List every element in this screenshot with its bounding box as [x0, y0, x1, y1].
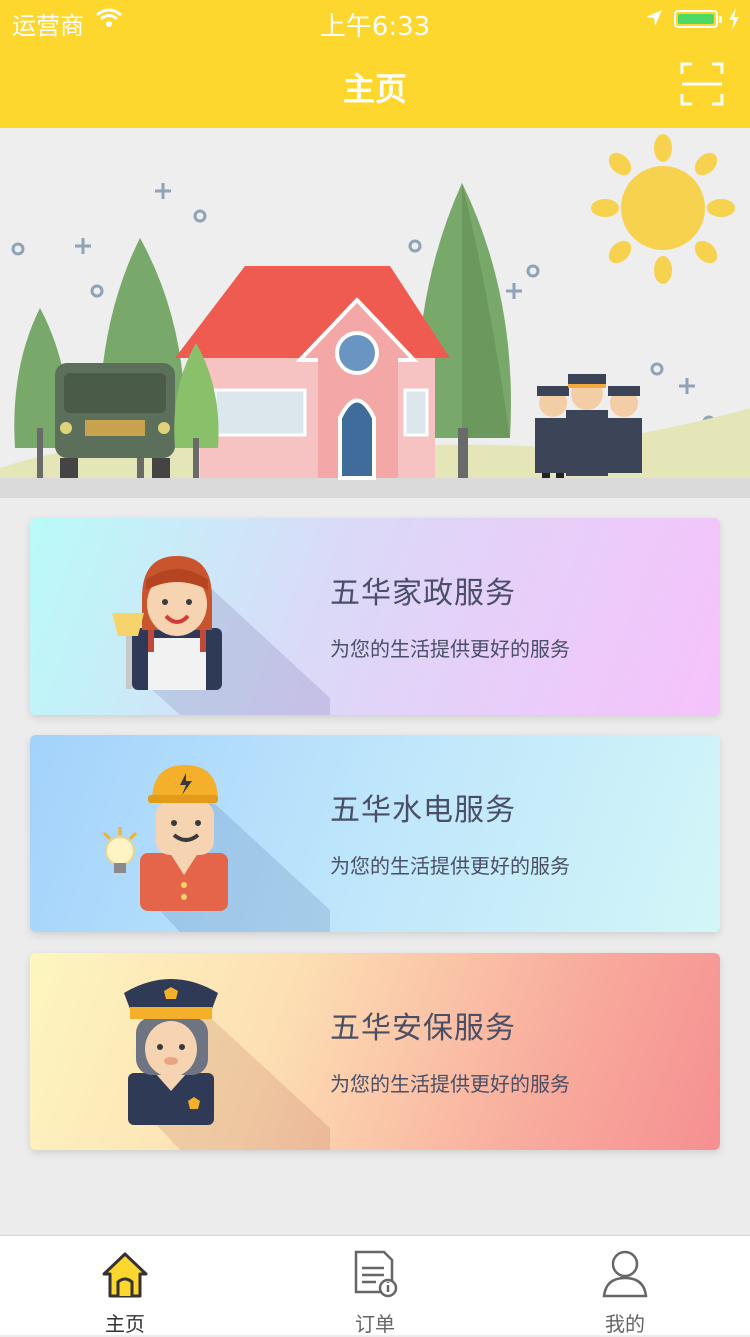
electrician-icon — [102, 765, 330, 932]
charging-icon — [729, 8, 739, 30]
service-card-housekeeping[interactable]: 五华家政服务 为您的生活提供更好的服务 — [30, 518, 720, 715]
tab-label: 我的 — [605, 1312, 645, 1336]
scan-icon[interactable] — [680, 62, 724, 106]
tab-orders[interactable]: 订单 — [250, 1236, 500, 1336]
service-card-security[interactable]: 五华安保服务 为您的生活提供更好的服务 — [30, 953, 720, 1150]
service-subtitle: 为您的生活提供更好的服务 — [330, 854, 570, 878]
profile-icon — [602, 1250, 648, 1298]
tab-profile[interactable]: 我的 — [500, 1236, 750, 1336]
home-icon — [102, 1252, 148, 1298]
home-banner — [0, 128, 750, 498]
banner-illustration — [0, 134, 750, 498]
status-bar: 运营商 上午6:33 — [0, 0, 750, 42]
service-card-plumbing-electrical[interactable]: 五华水电服务 为您的生活提供更好的服务 — [30, 735, 720, 932]
housekeeper-icon — [112, 556, 330, 715]
service-title: 五华水电服务 — [330, 793, 516, 828]
location-arrow-icon — [646, 10, 662, 26]
battery-icon — [674, 10, 722, 28]
top-bar: 运营商 上午6:33 主页 — [0, 0, 750, 128]
service-subtitle: 为您的生活提供更好的服务 — [330, 1072, 570, 1096]
sun-icon — [591, 134, 735, 284]
service-subtitle: 为您的生活提供更好的服务 — [330, 637, 570, 661]
tab-bar: 主页 订单 我的 — [0, 1235, 750, 1336]
tab-label: 主页 — [105, 1312, 145, 1336]
status-time: 上午6:33 — [319, 12, 431, 42]
order-icon — [354, 1250, 398, 1298]
page-title: 主页 — [342, 70, 407, 108]
security-guard-icon — [124, 979, 330, 1150]
tab-home[interactable]: 主页 — [0, 1236, 250, 1336]
service-title: 五华安保服务 — [330, 1011, 516, 1046]
tab-label: 订单 — [355, 1312, 395, 1336]
service-title: 五华家政服务 — [330, 576, 516, 611]
guards-illustration — [535, 374, 642, 478]
